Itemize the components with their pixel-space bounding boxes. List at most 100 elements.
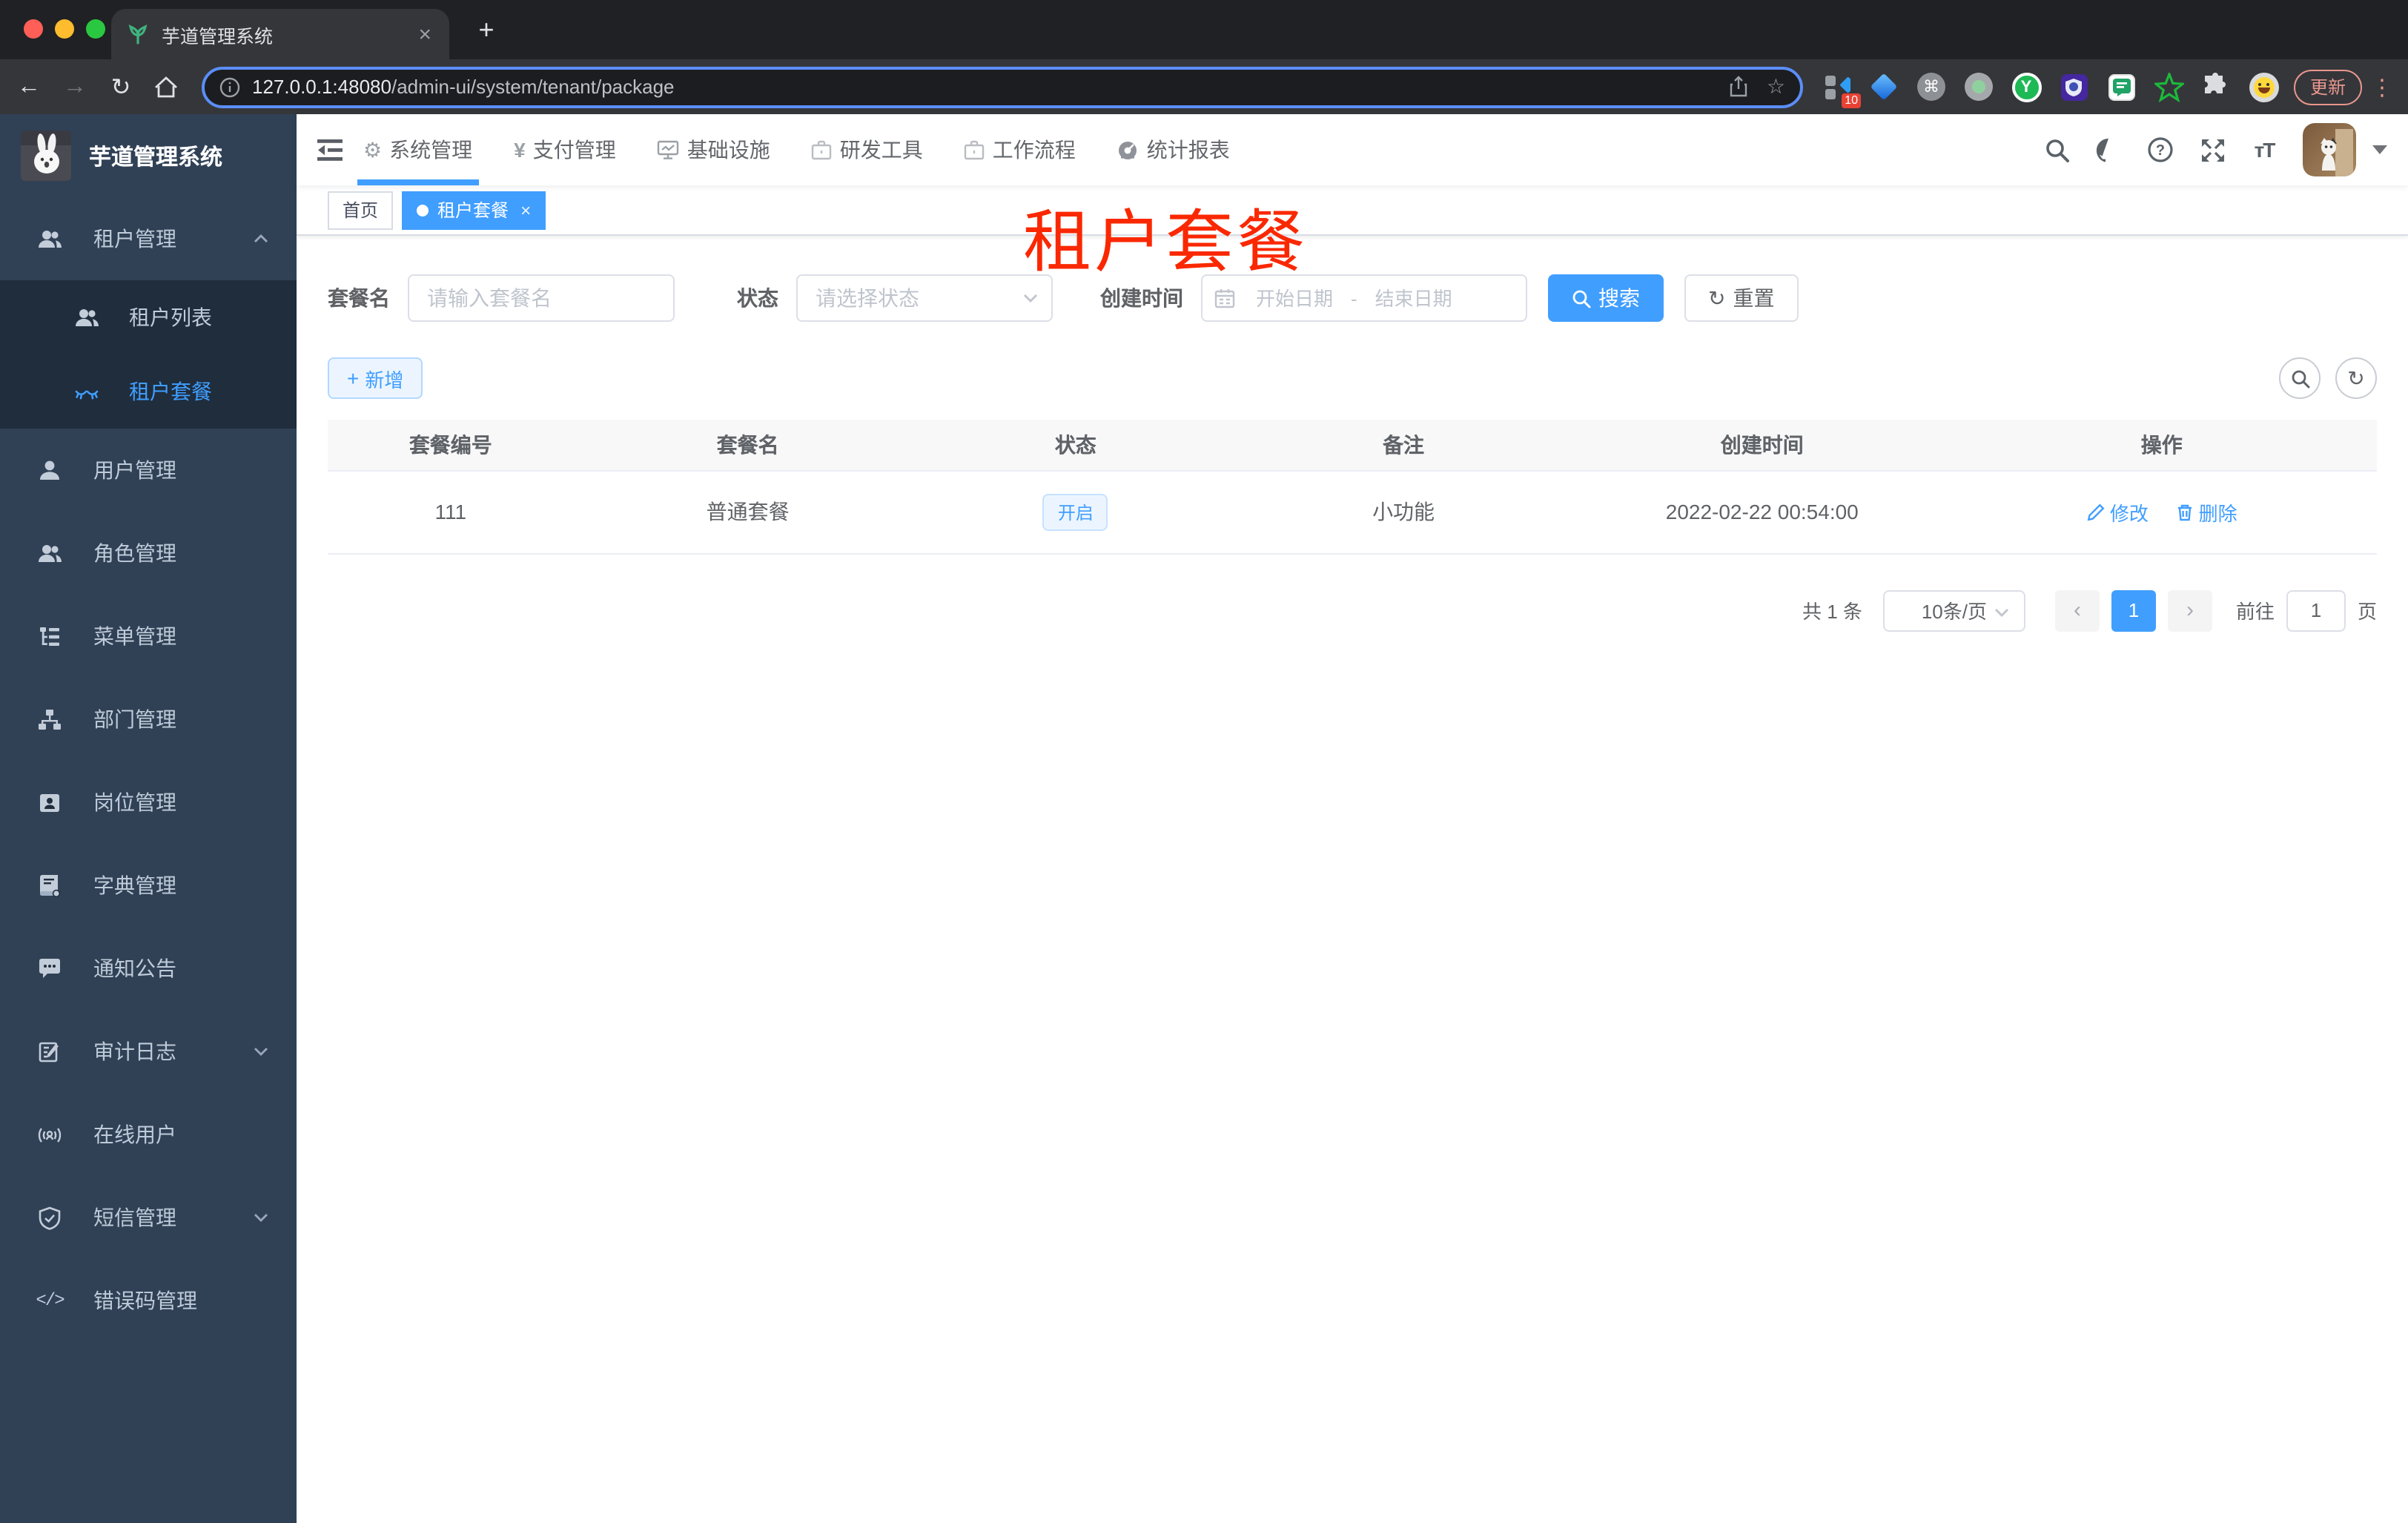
extension-y-icon[interactable]: Y (2011, 71, 2042, 102)
extension-star-icon[interactable] (2153, 71, 2184, 102)
briefcase-icon (812, 139, 833, 160)
shield-check-icon (37, 1205, 62, 1230)
top-menu-system[interactable]: ⚙ 系统管理 (357, 114, 478, 185)
browser-tab[interactable]: 芋道管理系统 × (111, 9, 449, 59)
browser-menu-icon[interactable]: ⋮ (2371, 73, 2393, 100)
extension-record-icon[interactable] (1963, 71, 1994, 102)
user-avatar[interactable] (2303, 123, 2356, 176)
profile-avatar-icon[interactable] (2248, 71, 2279, 102)
sidebar-item-notice[interactable]: 通知公告 (0, 927, 297, 1010)
reset-button[interactable]: ↻ 重置 (1684, 274, 1799, 322)
sidebar-item-user-management[interactable]: 用户管理 (0, 429, 297, 512)
chevron-up-icon (254, 234, 268, 242)
sidebar-item-tenant-management[interactable]: 租户管理 (0, 197, 297, 280)
refresh-button[interactable]: ↻ (2335, 357, 2377, 399)
current-page-button[interactable]: 1 (2111, 589, 2156, 631)
online-signal-icon (37, 1122, 62, 1147)
page-size-select[interactable]: 10条/页 (1882, 589, 2025, 631)
sidebar-item-post-management[interactable]: 岗位管理 (0, 761, 297, 844)
add-button-label: 新增 (365, 369, 404, 391)
sidebar-item-role-management[interactable]: 角色管理 (0, 512, 297, 595)
window-zoom-button[interactable] (86, 19, 105, 39)
search-button[interactable]: 搜索 (1548, 274, 1664, 322)
delete-link[interactable]: 删除 (2175, 498, 2237, 526)
sidebar-item-label: 岗位管理 (93, 790, 176, 814)
top-menu-devtools[interactable]: 研发工具 (812, 114, 923, 185)
chevron-down-icon (254, 1048, 268, 1056)
date-range-picker[interactable]: - (1201, 274, 1527, 322)
tab-favicon-icon (128, 24, 148, 44)
back-button[interactable]: ← (6, 73, 52, 100)
github-icon[interactable] (2095, 136, 2122, 163)
delete-link-label: 删除 (2198, 502, 2237, 524)
edit-link[interactable]: 修改 (2086, 498, 2149, 526)
goto-page-input[interactable] (2286, 589, 2346, 631)
extension-gem-icon[interactable] (1868, 71, 1899, 102)
top-menu-label: 研发工具 (839, 138, 923, 162)
top-menu-infrastructure[interactable]: 基础设施 (658, 114, 770, 185)
forward-button[interactable]: → (52, 73, 98, 100)
window-close-button[interactable] (24, 19, 43, 39)
bookmark-star-icon[interactable]: ☆ (1767, 74, 1785, 99)
sidebar-item-dict-management[interactable]: 字典管理 (0, 844, 297, 927)
top-menu-payment[interactable]: ¥ 支付管理 (514, 114, 616, 185)
top-menu-label: 统计报表 (1146, 138, 1230, 162)
top-menu-workflow[interactable]: 工作流程 (965, 114, 1076, 185)
tag-tenant-package[interactable]: 租户套餐 × (402, 191, 546, 229)
reset-button-label: 重置 (1733, 286, 1775, 310)
sidebar-item-sms-management[interactable]: 短信管理 (0, 1176, 297, 1259)
status-select[interactable] (796, 274, 1053, 322)
start-date-input[interactable] (1241, 287, 1348, 309)
col-header-create-time: 创建时间 (1578, 420, 1947, 471)
sidebar-item-menu-management[interactable]: 菜单管理 (0, 595, 297, 678)
share-icon[interactable] (1730, 76, 1749, 98)
window-minimize-button[interactable] (55, 19, 74, 39)
sidebar-logo-row[interactable]: 芋道管理系统 (0, 114, 297, 197)
help-icon[interactable]: ? (2147, 136, 2174, 163)
prev-page-button[interactable]: ‹ (2054, 589, 2100, 631)
tag-label: 首页 (343, 200, 379, 221)
extension-command-icon[interactable]: ⌘ (1916, 71, 1947, 102)
tags-view-bar: 首页 租户套餐 × (297, 185, 2408, 236)
sidebar-item-tenant-package[interactable]: 租户套餐 (0, 354, 297, 429)
extensions-puzzle-icon[interactable] (2200, 71, 2232, 102)
pagination: 共 1 条 10条/页 ‹ 1 › 前往 页 (297, 589, 2377, 631)
top-menu-reports[interactable]: 统计报表 (1117, 114, 1230, 185)
end-date-input[interactable] (1360, 287, 1467, 309)
refresh-icon: ↻ (1708, 286, 1726, 310)
sidebar-item-error-code[interactable]: </> 错误码管理 (0, 1259, 297, 1342)
peoples-icon (37, 226, 62, 251)
reload-button[interactable]: ↻ (98, 72, 144, 102)
tab-close-icon[interactable]: × (415, 23, 434, 45)
caret-down-icon[interactable] (2372, 145, 2387, 154)
top-menu: ⚙ 系统管理 ¥ 支付管理 基础设施 研发工具 工作流程 统计报表 (357, 114, 1271, 185)
browser-update-button[interactable]: 更新 (2294, 69, 2363, 105)
tag-home[interactable]: 首页 (328, 191, 394, 229)
site-info-icon[interactable] (219, 76, 240, 97)
font-size-icon[interactable]: тT (2251, 136, 2278, 163)
tag-close-icon[interactable]: × (520, 199, 531, 220)
home-button[interactable] (144, 75, 190, 99)
search-icon[interactable] (2043, 136, 2070, 163)
sidebar-item-tenant-list[interactable]: 租户列表 (0, 280, 297, 354)
extension-grid-icon[interactable]: 10 (1821, 71, 1861, 108)
sidebar-item-dept-management[interactable]: 部门管理 (0, 678, 297, 761)
url-bar[interactable]: 127.0.0.1:48080/admin-ui/system/tenant/p… (202, 66, 1803, 108)
next-page-button[interactable]: › (2167, 589, 2212, 631)
add-button[interactable]: + 新增 (328, 357, 423, 399)
status-select-input[interactable] (796, 274, 1053, 322)
badge-icon (37, 790, 62, 815)
package-name-input[interactable] (408, 274, 675, 322)
pencil-icon (2087, 503, 2105, 521)
sidebar-item-audit-log[interactable]: 审计日志 (0, 1010, 297, 1093)
fullscreen-icon[interactable] (2199, 136, 2226, 163)
peoples-icon (74, 305, 99, 330)
extension-chat-icon[interactable] (2106, 71, 2137, 102)
toggle-search-button[interactable] (2279, 357, 2321, 399)
new-tab-button[interactable]: + (469, 15, 504, 44)
page-content: 租户套餐 套餐名 状态 创建时间 - (297, 203, 2408, 1522)
sidebar-collapse-icon[interactable] (297, 139, 363, 161)
search-icon (1572, 289, 1591, 308)
extension-shield-icon[interactable] (2058, 71, 2089, 102)
sidebar-item-online-users[interactable]: 在线用户 (0, 1093, 297, 1176)
